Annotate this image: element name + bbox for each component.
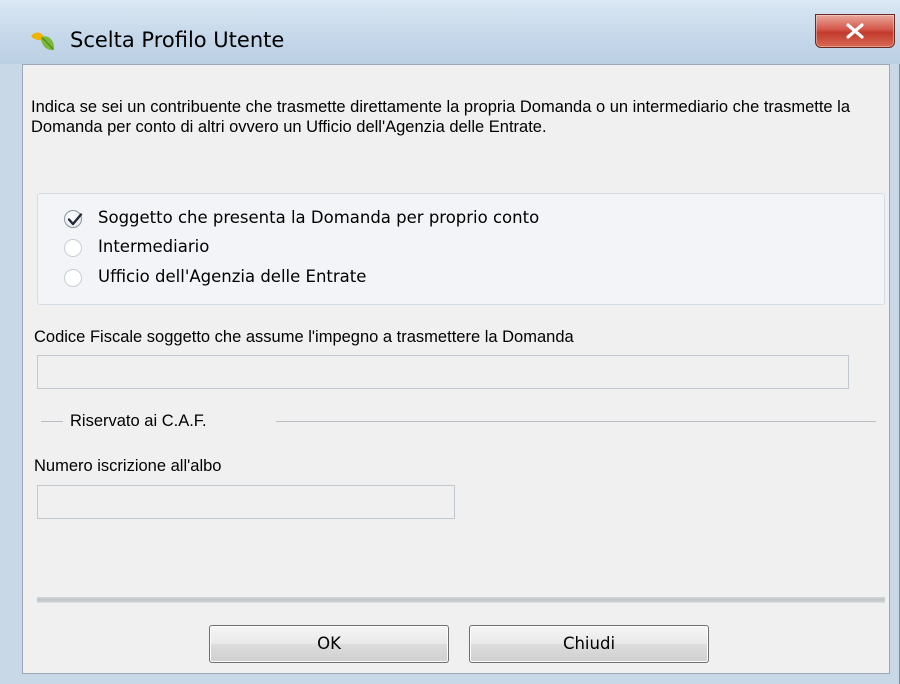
radio-label: Intermediario <box>98 237 210 256</box>
title-bar[interactable]: Scelta Profilo Utente <box>0 0 900 64</box>
radio-button-checked[interactable] <box>64 210 83 228</box>
dialog-window: Scelta Profilo Utente Indica se sei un c… <box>0 0 900 684</box>
radio-label: Soggetto che presenta la Domanda per pro… <box>98 208 540 227</box>
ok-button[interactable]: OK <box>209 625 449 663</box>
leaf-icon <box>28 26 58 56</box>
codice-fiscale-label: Codice Fiscale soggetto che assume l'imp… <box>34 328 574 346</box>
checkmark-icon <box>67 213 83 226</box>
albo-number-field[interactable] <box>37 485 455 519</box>
section-divider <box>276 421 876 422</box>
dialog-content: Indica se sei un contribuente che trasme… <box>22 64 890 674</box>
close-icon <box>846 23 864 39</box>
chiudi-button[interactable]: Chiudi <box>469 625 709 663</box>
close-window-button[interactable] <box>815 14 895 48</box>
radio-button[interactable] <box>64 269 82 287</box>
codice-fiscale-field[interactable] <box>37 355 849 389</box>
intro-text: Indica se sei un contribuente che trasme… <box>31 98 851 136</box>
radio-label: Ufficio dell'Agenzia delle Entrate <box>98 267 367 286</box>
radio-button[interactable] <box>64 239 82 257</box>
profile-radio-group: Soggetto che presenta la Domanda per pro… <box>37 193 885 305</box>
footer-separator <box>37 597 885 603</box>
caf-section-title: Riservato ai C.A.F. <box>70 412 207 430</box>
window-title: Scelta Profilo Utente <box>70 28 285 52</box>
section-divider <box>41 421 63 422</box>
albo-number-label: Numero iscrizione all'albo <box>34 457 222 475</box>
